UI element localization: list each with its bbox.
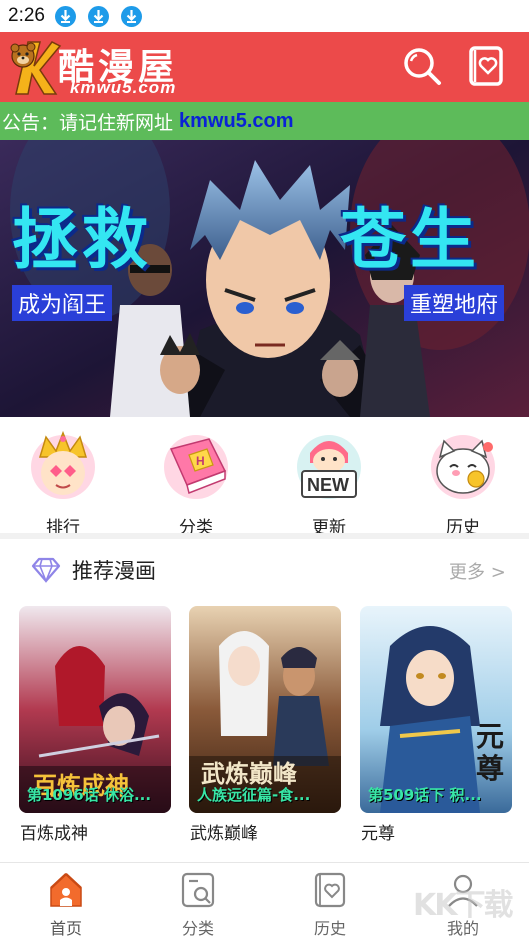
favorites-icon[interactable]: [466, 44, 506, 88]
download-icon: [87, 5, 109, 27]
status-bar: 2:26: [0, 0, 529, 32]
banner-title-right: 苍生: [340, 201, 480, 278]
more-link[interactable]: 更多 >: [449, 558, 506, 584]
recommend-title: 推荐漫画: [72, 559, 156, 583]
logo-mascot-icon: [6, 36, 62, 102]
download-icon: [120, 5, 142, 27]
book-icon: H: [159, 427, 233, 501]
comic-cover[interactable]: 元 尊: [360, 606, 512, 813]
comic-card[interactable]: 元 尊 第509话下 积... 元尊: [360, 606, 512, 844]
tab-label: 首页: [49, 919, 82, 937]
category-item-history[interactable]: 历史: [418, 425, 508, 538]
tab-label: 分类: [181, 919, 214, 937]
crown-icon: [26, 427, 100, 501]
comic-chapter: 第1096话 休浴...: [27, 786, 152, 804]
status-time: 2:26: [8, 5, 45, 26]
comic-card[interactable]: 百炼成神 第1096话 休浴... 百炼成神: [19, 606, 171, 844]
comic-title[interactable]: 元尊: [361, 819, 395, 844]
app-domain: kmwu5.com: [70, 78, 177, 97]
notice-link[interactable]: kmwu5.com: [179, 110, 293, 133]
svg-text:元: 元: [476, 720, 504, 753]
banner-carousel[interactable]: 拯救 苍生 成为阎王 重塑地府: [0, 140, 529, 417]
category-item-genre[interactable]: H 分类: [151, 425, 241, 538]
svg-text:H: H: [196, 454, 205, 468]
comic-title[interactable]: 百炼成神: [20, 819, 88, 844]
category-nav: 排行 H 分类 NEW 更新 历史: [0, 417, 529, 538]
search-icon[interactable]: [400, 44, 444, 88]
history-icon: [312, 871, 348, 909]
app-header: 酷漫屋 kmwu5.com: [0, 32, 529, 102]
banner-subtitle-right: 重塑地府: [404, 285, 505, 321]
comic-chapter: 第509话下 积...: [368, 786, 482, 804]
banner-subtitle-left: 成为阎王: [12, 285, 113, 321]
comic-cover[interactable]: 武炼巅峰: [189, 606, 341, 813]
svg-text:NEW: NEW: [307, 475, 349, 495]
tab-history[interactable]: 历史: [264, 863, 396, 937]
tab-category[interactable]: 分类: [132, 863, 264, 937]
category-item-ranking[interactable]: 排行: [18, 425, 108, 538]
comic-card[interactable]: 武炼巅峰 人族远征篇-食... 武炼巅峰: [189, 606, 341, 844]
notice-text: 公告：请记住新网址: [2, 111, 174, 134]
recommend-header: 推荐漫画 更多 >: [0, 539, 529, 599]
tab-label: 历史: [313, 919, 346, 937]
new-icon: NEW: [292, 427, 366, 501]
svg-text:尊: 尊: [476, 752, 504, 785]
banner-title-left: 拯救: [12, 201, 152, 278]
category-icon: [180, 871, 216, 909]
watermark-text: KK下载: [413, 888, 513, 923]
category-item-updates[interactable]: NEW 更新: [284, 425, 374, 538]
download-icon: [54, 5, 76, 27]
comic-chapter: 人族远征篇-食...: [197, 786, 311, 804]
notice-bar[interactable]: 公告：请记住新网址 kmwu5.com: [0, 102, 529, 140]
lucky-cat-icon: [426, 427, 500, 501]
comic-cover[interactable]: 百炼成神: [19, 606, 171, 813]
diamond-icon: [31, 557, 61, 587]
comic-title[interactable]: 武炼巅峰: [190, 819, 258, 844]
home-icon: [48, 871, 84, 909]
tab-home[interactable]: 首页: [0, 863, 132, 937]
